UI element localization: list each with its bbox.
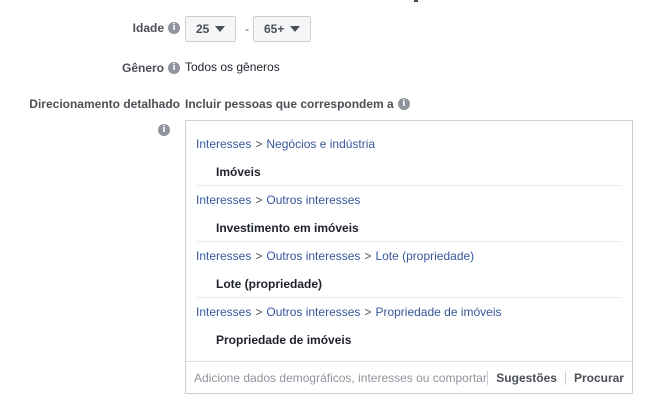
- path-separator: >: [255, 137, 263, 151]
- detailed-targeting-label: Direcionamento detalhado: [29, 97, 180, 111]
- path-crumb[interactable]: Interesses: [196, 305, 251, 319]
- info-icon[interactable]: i: [397, 98, 410, 110]
- info-icon[interactable]: i: [158, 124, 170, 136]
- suggestions-button[interactable]: Sugestões: [488, 371, 565, 385]
- targeting-item: Imóveis: [216, 165, 261, 179]
- path-crumb[interactable]: Negócios e indústria: [266, 137, 375, 151]
- path-crumb[interactable]: Interesses: [196, 193, 251, 207]
- age-min-value: 25: [196, 22, 210, 36]
- targeting-group: Interesses > Negócios e indústria Imóveis: [196, 136, 622, 180]
- age-label: Idade: [132, 21, 164, 35]
- detailed-targeting-label-row: Direcionamento detalhado: [29, 97, 180, 111]
- include-text: Incluir pessoas que correspondem a: [185, 97, 394, 111]
- gender-label: Gênero: [121, 61, 164, 75]
- caret-down-icon: [215, 26, 226, 32]
- path-crumb[interactable]: Interesses: [196, 137, 251, 151]
- age-max-value: 65+: [264, 22, 285, 36]
- targeting-search-bar: Sugestões Procurar: [186, 361, 632, 393]
- targeting-path: Interesses > Outros interesses > Propriedade…: [196, 304, 622, 320]
- path-separator: >: [364, 249, 372, 263]
- targeting-path: Interesses > Outros interesses > Lote (propr…: [196, 248, 622, 264]
- path-crumb[interactable]: Lote (propriedade): [375, 249, 474, 263]
- info-icon[interactable]: i: [168, 62, 180, 74]
- divider: [196, 185, 622, 186]
- targeting-item: Investimento em imóveis: [216, 221, 359, 235]
- targeting-search-input[interactable]: [186, 370, 488, 385]
- targeting-group: Interesses > Outros interesses > Propriedade…: [196, 304, 622, 348]
- targeting-item: Propriedade de imóveis: [216, 333, 352, 347]
- age-label-row: Idade i: [133, 21, 180, 35]
- targeting-path: Interesses > Negócios e indústria: [196, 136, 622, 152]
- caret-down-icon: [290, 26, 301, 32]
- age-max-select[interactable]: 65+: [253, 16, 312, 42]
- path-separator: >: [364, 305, 372, 319]
- divider: [196, 241, 622, 242]
- path-crumb[interactable]: Outros interesses: [266, 249, 360, 263]
- browse-button[interactable]: Procurar: [566, 371, 632, 385]
- path-separator: >: [255, 193, 263, 207]
- targeting-group: Interesses > Outros interesses > Lote (propr…: [196, 248, 622, 292]
- include-text-row: Incluir pessoas que correspondem a i: [185, 97, 410, 111]
- top-cut-element: [414, 0, 418, 2]
- gender-value[interactable]: Todos os gêneros: [185, 60, 280, 74]
- targeting-item: Lote (propriedade): [216, 277, 323, 291]
- divider: [196, 297, 622, 298]
- path-crumb[interactable]: Interesses: [196, 249, 251, 263]
- path-crumb[interactable]: Propriedade de imóveis: [375, 305, 501, 319]
- targeting-path: Interesses > Outros interesses: [196, 192, 622, 208]
- path-separator: >: [255, 305, 263, 319]
- gender-label-row: Gênero i: [122, 61, 180, 75]
- age-min-select[interactable]: 25: [185, 16, 237, 42]
- path-separator: >: [255, 249, 263, 263]
- targeting-box: Interesses > Negócios e indústria Imóveis …: [185, 120, 633, 394]
- path-crumb[interactable]: Outros interesses: [266, 193, 360, 207]
- info-icon[interactable]: i: [168, 22, 180, 34]
- path-crumb[interactable]: Outros interesses: [266, 305, 360, 319]
- age-separator: -: [245, 22, 249, 36]
- targeting-group: Interesses > Outros interesses Investiment…: [196, 192, 622, 236]
